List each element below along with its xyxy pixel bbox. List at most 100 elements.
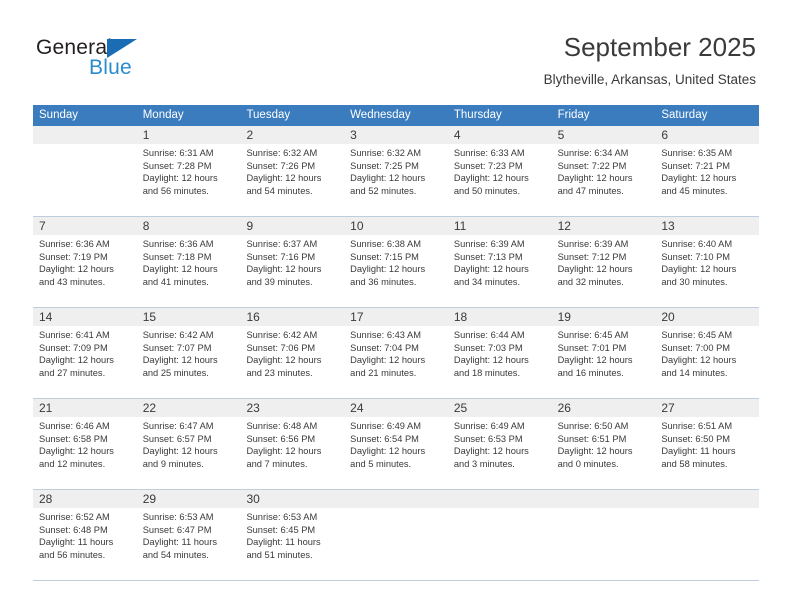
daylight-text-line2: and 5 minutes. <box>350 458 412 469</box>
day-sun-info <box>448 508 552 511</box>
day-number: 14 <box>39 310 53 324</box>
daylight-text-line2: and 51 minutes. <box>246 549 313 560</box>
calendar-day-cell[interactable]: 1 Sunrise: 6:31 AM Sunset: 7:28 PM Daylight… <box>136 126 241 216</box>
sunset-text: Sunset: 6:45 PM <box>246 524 316 535</box>
daylight-text-line1: Daylight: 11 hours <box>246 537 321 548</box>
calendar-day-cell[interactable]: 15 Sunrise: 6:42 AM Sunset: 7:07 PM Dayligh… <box>136 308 241 398</box>
day-number-band: 7 <box>33 217 137 235</box>
calendar-day-cell[interactable]: 24 Sunrise: 6:49 AM Sunset: 6:54 PM Dayligh… <box>344 399 448 489</box>
sunset-text: Sunset: 7:01 PM <box>557 342 627 353</box>
sunrise-text: Sunrise: 6:53 AM <box>142 512 214 522</box>
daylight-text-line2: and 56 minutes. <box>39 549 106 560</box>
calendar-day-cell[interactable]: 22 Sunrise: 6:47 AM Sunset: 6:57 PM Dayligh… <box>136 399 241 489</box>
sunrise-text: Sunrise: 6:32 AM <box>350 148 421 158</box>
day-sun-info: Sunrise: 6:49 AM Sunset: 6:54 PM Daylight:… <box>344 417 448 470</box>
daylight-text-line2: and 30 minutes. <box>661 276 728 287</box>
calendar-day-cell[interactable]: 28 Sunrise: 6:52 AM Sunset: 6:48 PM Dayligh… <box>33 490 137 580</box>
sunrise-text: Sunrise: 6:47 AM <box>142 421 214 431</box>
daylight-text-line1: Daylight: 12 hours <box>350 446 426 457</box>
sunset-text: Sunset: 7:15 PM <box>350 251 419 262</box>
calendar-day-cell[interactable]: 7 Sunrise: 6:36 AM Sunset: 7:19 PM Daylight… <box>33 217 137 307</box>
sunset-text: Sunset: 7:03 PM <box>453 342 523 353</box>
day-sun-info: Sunrise: 6:49 AM Sunset: 6:53 PM Daylight:… <box>448 417 552 470</box>
day-number: 9 <box>246 219 254 233</box>
weekday-header-wednesday: Wednesday <box>350 109 411 121</box>
day-sun-info: Sunrise: 6:45 AM Sunset: 7:00 PM Daylight:… <box>655 326 759 379</box>
daylight-text-line1: Daylight: 12 hours <box>453 355 529 366</box>
calendar-day-cell[interactable]: 21 Sunrise: 6:46 AM Sunset: 6:58 PM Dayligh… <box>33 399 137 489</box>
day-number-band <box>447 490 552 508</box>
calendar-day-cell[interactable]: 5 Sunrise: 6:34 AM Sunset: 7:22 PM Daylight… <box>551 126 656 216</box>
daylight-text-line2: and 43 minutes. <box>39 276 106 287</box>
day-number: 22 <box>142 401 157 415</box>
sunrise-text: Sunrise: 6:45 AM <box>557 330 629 340</box>
day-number-band: 2 <box>240 126 345 144</box>
sunrise-text: Sunrise: 6:52 AM <box>39 512 110 522</box>
day-number: 1 <box>142 128 150 142</box>
calendar-day-cell[interactable]: 4 Sunrise: 6:33 AM Sunset: 7:23 PM Daylight… <box>447 126 552 216</box>
daylight-text-line2: and 18 minutes. <box>453 367 521 378</box>
calendar-day-cell[interactable]: 18 Sunrise: 6:44 AM Sunset: 7:03 PM Dayligh… <box>447 308 552 398</box>
calendar-day-cell[interactable]: 3 Sunrise: 6:32 AM Sunset: 7:25 PM Daylight… <box>344 126 448 216</box>
daylight-text-line2: and 25 minutes. <box>142 367 209 378</box>
daylight-text-line1: Daylight: 12 hours <box>39 446 114 457</box>
brand-logo[interactable]: General Blue <box>36 36 216 86</box>
calendar-day-cell[interactable]: 2 Sunrise: 6:32 AM Sunset: 7:26 PM Daylight… <box>240 126 345 216</box>
sunrise-text: Sunrise: 6:41 AM <box>39 330 110 340</box>
daylight-text-line1: Daylight: 12 hours <box>142 173 218 184</box>
sunrise-text: Sunrise: 6:36 AM <box>142 239 214 249</box>
day-sun-info: Sunrise: 6:51 AM Sunset: 6:50 PM Daylight:… <box>655 417 759 470</box>
calendar-day-cell[interactable]: 23 Sunrise: 6:48 AM Sunset: 6:56 PM Dayligh… <box>240 399 345 489</box>
daylight-text-line2: and 21 minutes. <box>350 367 417 378</box>
day-sun-info: Sunrise: 6:53 AM Sunset: 6:45 PM Daylight:… <box>240 508 344 561</box>
calendar-day-cell[interactable]: 13 Sunrise: 6:40 AM Sunset: 7:10 PM Dayligh… <box>655 217 760 307</box>
weekday-header-row: Sunday Monday Tuesday Wednesday Thursday Frid… <box>33 105 759 126</box>
daylight-text-line1: Daylight: 12 hours <box>350 264 426 275</box>
day-number-band: 27 <box>655 399 760 417</box>
day-number-band: 24 <box>344 399 448 417</box>
sunrise-text: Sunrise: 6:33 AM <box>453 148 525 158</box>
calendar-day-cell[interactable]: 11 Sunrise: 6:39 AM Sunset: 7:13 PM Dayligh… <box>447 217 552 307</box>
calendar-day-cell[interactable]: 8 Sunrise: 6:36 AM Sunset: 7:18 PM Daylight… <box>136 217 241 307</box>
calendar-day-cell[interactable]: 9 Sunrise: 6:37 AM Sunset: 7:16 PM Daylight… <box>240 217 345 307</box>
calendar-week-row: 7 Sunrise: 6:36 AM Sunset: 7:19 PM Daylight… <box>33 216 760 307</box>
calendar-day-cell[interactable]: 16 Sunrise: 6:42 AM Sunset: 7:06 PM Dayligh… <box>240 308 345 398</box>
calendar-day-cell[interactable]: 12 Sunrise: 6:39 AM Sunset: 7:12 PM Dayligh… <box>551 217 656 307</box>
calendar-day-cell[interactable]: 26 Sunrise: 6:50 AM Sunset: 6:51 PM Dayligh… <box>551 399 656 489</box>
daylight-text-line1: Daylight: 12 hours <box>39 355 114 366</box>
day-number-band: 15 <box>136 308 241 326</box>
sunset-text: Sunset: 6:53 PM <box>453 433 523 444</box>
weekday-header-tuesday: Tuesday <box>246 109 291 121</box>
day-sun-info: Sunrise: 6:53 AM Sunset: 6:47 PM Daylight:… <box>137 508 241 561</box>
page-subtitle: Blytheville, Arkansas, United States <box>543 72 756 87</box>
calendar-day-cell[interactable]: 20 Sunrise: 6:45 AM Sunset: 7:00 PM Dayligh… <box>655 308 760 398</box>
weekday-header-sunday: Sunday <box>39 109 79 121</box>
day-number: 12 <box>557 219 571 233</box>
calendar-day-cell[interactable]: 29 Sunrise: 6:53 AM Sunset: 6:47 PM Dayligh… <box>136 490 241 580</box>
day-number: 2 <box>246 128 254 142</box>
day-sun-info: Sunrise: 6:35 AM Sunset: 7:21 PM Daylight:… <box>655 144 759 197</box>
sunset-text: Sunset: 7:21 PM <box>661 160 731 171</box>
calendar-day-cell[interactable]: 30 Sunrise: 6:53 AM Sunset: 6:45 PM Dayligh… <box>240 490 345 580</box>
day-number-band: 23 <box>240 399 345 417</box>
sunset-text: Sunset: 7:12 PM <box>557 251 627 262</box>
day-number: 10 <box>350 219 364 233</box>
day-sun-info: Sunrise: 6:45 AM Sunset: 7:01 PM Daylight:… <box>552 326 656 379</box>
day-number: 7 <box>39 219 46 233</box>
day-sun-info: Sunrise: 6:46 AM Sunset: 6:58 PM Daylight:… <box>33 417 137 470</box>
calendar-day-cell[interactable]: 6 Sunrise: 6:35 AM Sunset: 7:21 PM Daylight… <box>655 126 760 216</box>
calendar-day-cell[interactable]: 14 Sunrise: 6:41 AM Sunset: 7:09 PM Dayligh… <box>33 308 137 398</box>
day-number: 4 <box>453 128 461 142</box>
calendar-day-cell[interactable]: 27 Sunrise: 6:51 AM Sunset: 6:50 PM Dayligh… <box>655 399 760 489</box>
day-number-band: 30 <box>240 490 345 508</box>
daylight-text-line1: Daylight: 12 hours <box>350 355 426 366</box>
sunset-text: Sunset: 6:51 PM <box>557 433 627 444</box>
calendar-day-cell[interactable]: 25 Sunrise: 6:49 AM Sunset: 6:53 PM Dayligh… <box>447 399 552 489</box>
calendar-day-cell[interactable]: 19 Sunrise: 6:45 AM Sunset: 7:01 PM Dayligh… <box>551 308 656 398</box>
sunset-text: Sunset: 7:06 PM <box>246 342 316 353</box>
day-number: 5 <box>557 128 565 142</box>
calendar-day-cell[interactable]: 17 Sunrise: 6:43 AM Sunset: 7:04 PM Dayligh… <box>344 308 448 398</box>
daylight-text-line2: and 39 minutes. <box>246 276 313 287</box>
calendar-day-cell[interactable]: 10 Sunrise: 6:38 AM Sunset: 7:15 PM Dayligh… <box>344 217 448 307</box>
day-number-band: 6 <box>655 126 760 144</box>
